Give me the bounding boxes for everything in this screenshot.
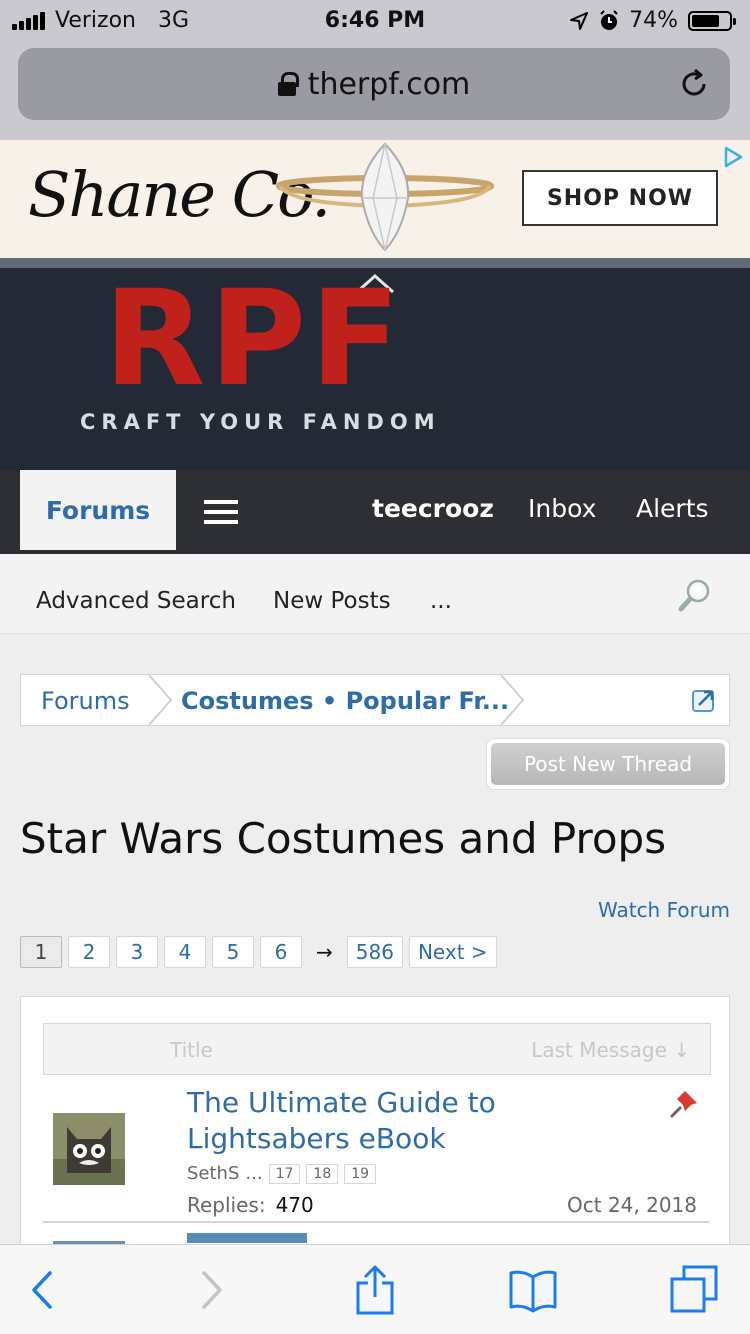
inbox-link[interactable]: Inbox [528, 494, 596, 523]
next-page-link[interactable]: Next > [408, 936, 497, 968]
thread-page-link[interactable]: 17 [268, 1163, 301, 1184]
replies-label: Replies: [187, 1193, 266, 1217]
more-menu[interactable]: ... [430, 588, 452, 614]
user-menu[interactable]: teecrooz [372, 494, 494, 523]
alerts-link[interactable]: Alerts [636, 494, 709, 523]
sticky-pin-icon [670, 1091, 697, 1118]
thread-replies: Replies: 470 [187, 1193, 314, 1217]
lock-icon [277, 72, 299, 96]
svg-text:RPF: RPF [104, 274, 405, 396]
post-new-thread-button[interactable]: Post New Thread [486, 738, 730, 790]
column-title[interactable]: Title [170, 1038, 213, 1062]
page-link-1[interactable]: 1 [20, 936, 62, 968]
replies-count: 470 [275, 1193, 314, 1217]
tab-forums[interactable]: Forums [20, 470, 176, 550]
tabs-icon[interactable] [670, 1265, 720, 1315]
site-header: RPF CRAFT YOUR FANDOM [0, 258, 750, 470]
breadcrumb-separator [500, 675, 525, 725]
page-title: Star Wars Costumes and Props [20, 814, 667, 863]
jump-to-icon[interactable] [691, 687, 717, 713]
breadcrumb: Forums Costumes • Popular Fr... [20, 674, 730, 726]
thread-starter-name[interactable]: SethS [187, 1163, 239, 1184]
location-icon [570, 11, 589, 30]
main-nav: Forums teecrooz Inbox Alerts [0, 470, 750, 554]
battery-icon [688, 10, 736, 31]
shop-now-button[interactable]: SHOP NOW [522, 170, 718, 226]
search-icon[interactable] [678, 578, 712, 612]
back-icon[interactable] [18, 1265, 68, 1315]
pagination: 1 2 3 4 5 6 → 586 Next > [20, 936, 497, 968]
watch-forum-link[interactable]: Watch Forum [598, 898, 730, 922]
bookmarks-icon[interactable] [508, 1265, 558, 1315]
advanced-search-link[interactable]: Advanced Search [36, 588, 236, 614]
column-last-message[interactable]: Last Message ↓ [531, 1038, 690, 1062]
forward-icon[interactable] [186, 1265, 236, 1315]
status-bar: Verizon 3G 6:46 PM 74% [0, 0, 750, 40]
page-link-last[interactable]: 586 [346, 936, 403, 968]
ring-image [276, 142, 494, 252]
thread-list-header: Title Last Message ↓ [43, 1023, 711, 1075]
breadcrumb-forums[interactable]: Forums [41, 687, 130, 715]
thread-title-link[interactable]: The Ultimate Guide to Lightsabers eBook [187, 1085, 657, 1157]
thread-list: Title Last Message ↓ The Ultimate Guide … [20, 996, 730, 1256]
breadcrumb-separator [148, 675, 173, 725]
sub-nav: Advanced Search New Posts ... [0, 554, 750, 634]
site-logo[interactable]: RPF [78, 274, 430, 396]
page-link-3[interactable]: 3 [116, 936, 158, 968]
alarm-icon [600, 9, 618, 30]
share-icon[interactable] [350, 1265, 400, 1315]
page-ellipsis: ... [245, 1163, 263, 1184]
forum-content: Forums Costumes • Popular Fr... Post New… [0, 634, 750, 1256]
last-message-date[interactable]: Oct 24, 2018 [567, 1193, 697, 1217]
browser-toolbar [0, 1244, 750, 1334]
new-posts-link[interactable]: New Posts [273, 588, 391, 614]
thread-page-link[interactable]: 18 [306, 1163, 339, 1184]
breadcrumb-costumes[interactable]: Costumes • Popular Fr... [181, 687, 509, 715]
page-skip-arrow[interactable]: → [308, 940, 341, 964]
page-link-6[interactable]: 6 [260, 936, 302, 968]
reload-icon[interactable] [678, 68, 710, 100]
status-right: 74% [569, 8, 736, 33]
adchoices-icon[interactable] [722, 146, 744, 168]
url-display[interactable]: therpf.com [277, 66, 471, 102]
browser-chrome: therpf.com [0, 40, 750, 140]
post-new-thread-label: Post New Thread [491, 743, 725, 785]
next-row-title-peek [187, 1233, 307, 1243]
row-divider [43, 1221, 709, 1223]
thread-page-link[interactable]: 19 [344, 1163, 377, 1184]
url-text: therpf.com [307, 66, 471, 102]
battery-percent: 74% [629, 8, 678, 33]
page-link-2[interactable]: 2 [68, 936, 110, 968]
avatar[interactable] [53, 1113, 125, 1185]
address-bar[interactable]: therpf.com [18, 48, 730, 120]
ad-banner[interactable]: Shane Co. SHOP NOW [0, 140, 750, 258]
menu-icon[interactable] [204, 500, 238, 524]
page-link-4[interactable]: 4 [164, 936, 206, 968]
site-tagline: CRAFT YOUR FANDOM [80, 410, 441, 434]
thread-starter: SethS ... 17 18 19 [187, 1163, 377, 1184]
page-link-5[interactable]: 5 [212, 936, 254, 968]
